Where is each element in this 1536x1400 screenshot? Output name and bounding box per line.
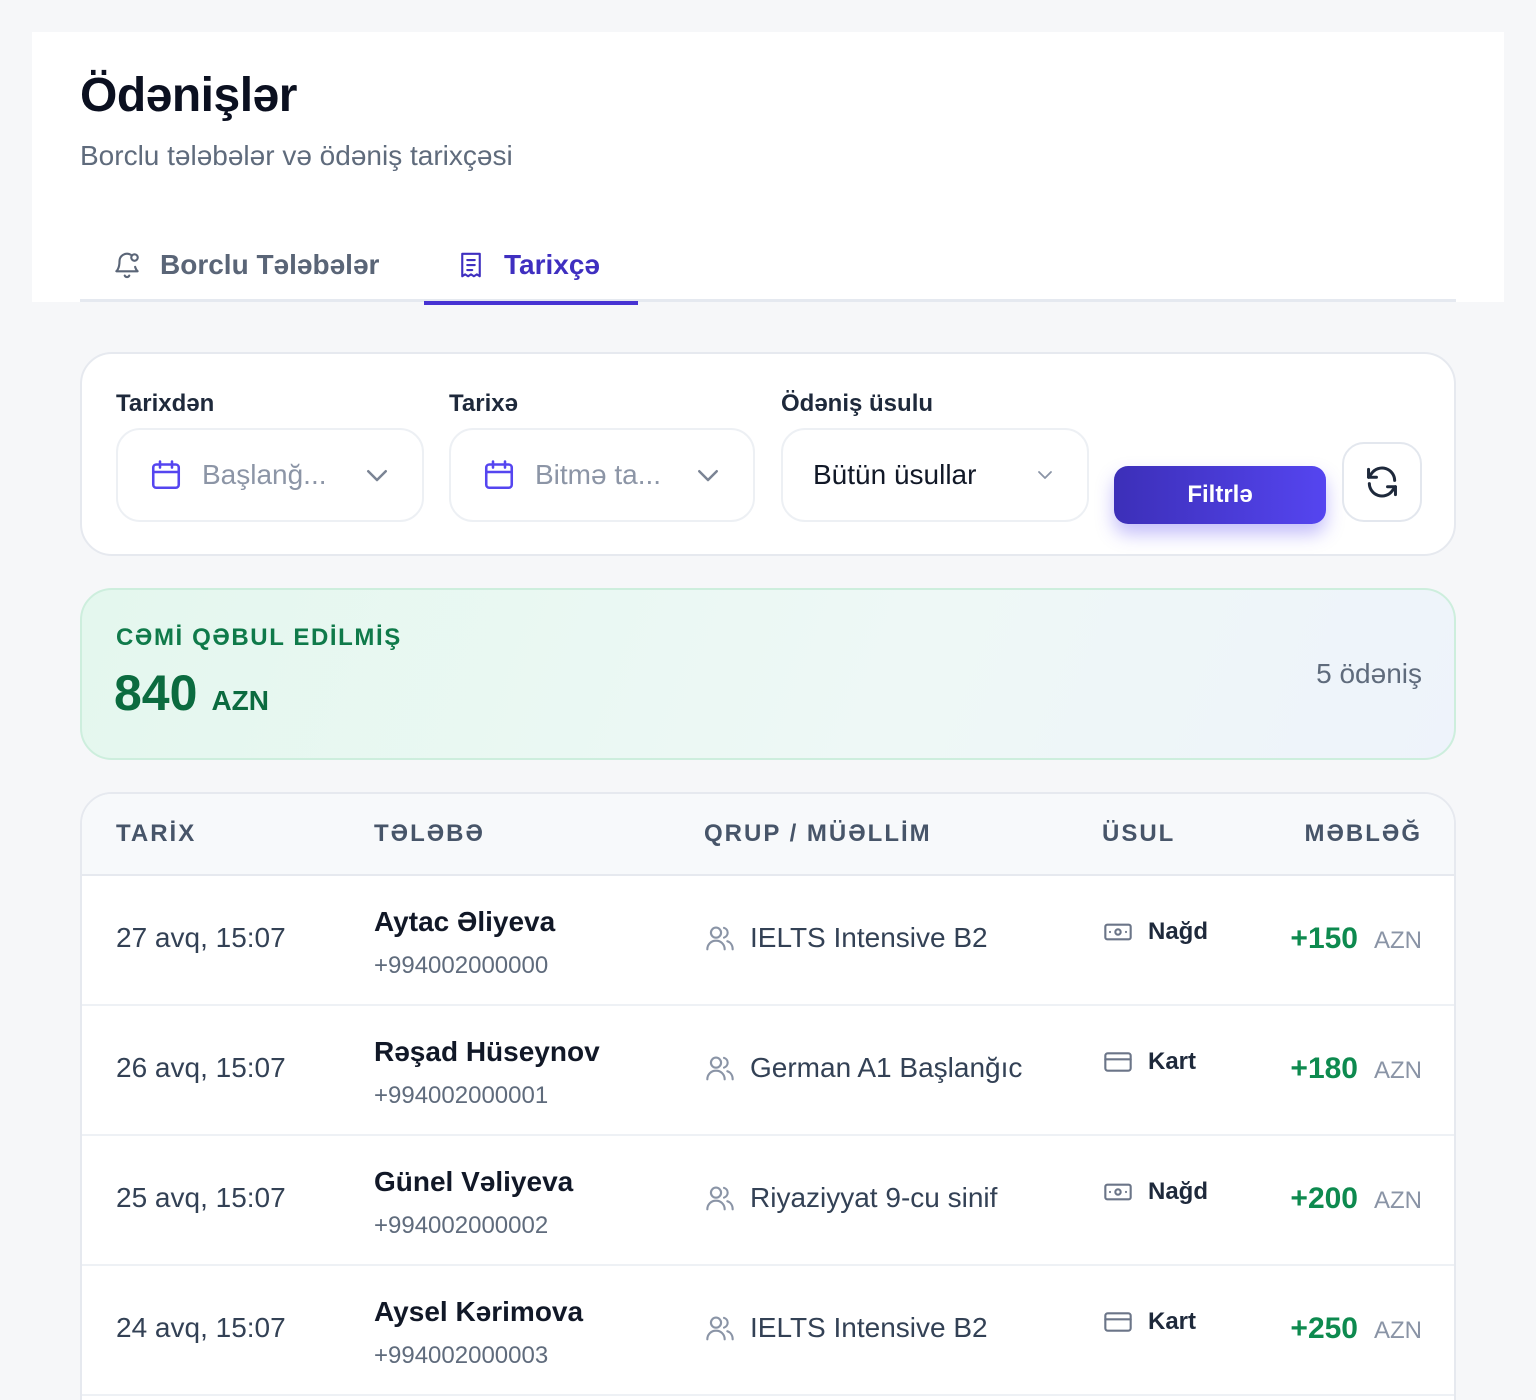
payment-currency: AZN xyxy=(1374,1317,1422,1344)
date-from-picker[interactable]: Başlanğ... xyxy=(116,428,424,522)
calendar-icon xyxy=(148,457,184,493)
cash-icon xyxy=(1102,916,1134,948)
group-cell: IELTS Intensive B2 xyxy=(704,922,988,954)
column-header-group[interactable]: QRUP / MÜƏLLİM xyxy=(704,820,932,848)
student-phone: +994002000000 xyxy=(374,952,549,979)
chevron-down-icon xyxy=(693,460,723,490)
method-cell: Kart xyxy=(1102,1306,1196,1338)
table-row[interactable]: 26 avq, 15:07 Rəşad Hüseynov +9940020000… xyxy=(82,1006,1454,1136)
column-header-date[interactable]: TARİX xyxy=(116,820,196,848)
tab-label: Tarixçə xyxy=(504,249,600,280)
refresh-button[interactable] xyxy=(1342,442,1422,522)
group-cell: IELTS Intensive B2 xyxy=(704,1312,988,1344)
table-header: TARİX TƏLƏBƏ QRUP / MÜƏLLİM ÜSUL MƏBLƏĞ xyxy=(82,794,1454,876)
payment-method-select[interactable]: Bütün üsullar xyxy=(781,428,1089,522)
payment-currency: AZN xyxy=(1374,1187,1422,1214)
payment-amount: +180 xyxy=(1290,1052,1358,1085)
payment-method-label: Ödəniş üsulu xyxy=(781,390,934,417)
payment-count: 5 ödəniş xyxy=(1316,658,1422,689)
tab-bar: Borclu Tələbələr Tarixçə xyxy=(80,228,1456,305)
card-icon xyxy=(1102,1306,1134,1338)
payment-amount: +250 xyxy=(1290,1312,1358,1345)
amount-cell: +180 AZN xyxy=(1290,1052,1422,1086)
tab-debtor-students[interactable]: Borclu Tələbələr xyxy=(112,228,379,302)
group-cell: German A1 Başlanğıc xyxy=(704,1052,1022,1084)
date-to-label: Tarixə xyxy=(449,390,518,417)
student-name: Rəşad Hüseynov xyxy=(374,1036,600,1067)
users-icon xyxy=(704,922,736,954)
payment-date: 27 avq, 15:07 xyxy=(116,922,286,953)
date-from-placeholder: Başlanğ... xyxy=(202,459,327,490)
table-row[interactable]: 24 avq, 15:07 Aysel Kərimova +9940020000… xyxy=(82,1266,1454,1396)
column-header-method[interactable]: ÜSUL xyxy=(1102,820,1175,848)
amount-cell: +200 AZN xyxy=(1290,1182,1422,1216)
payment-amount: +200 xyxy=(1290,1182,1358,1215)
method-label: Kart xyxy=(1148,1048,1197,1075)
payment-date: 24 avq, 15:07 xyxy=(116,1312,286,1343)
cash-icon xyxy=(1102,1176,1134,1208)
payment-date: 25 avq, 15:07 xyxy=(116,1182,286,1213)
payment-currency: AZN xyxy=(1374,927,1422,954)
amount-cell: +250 AZN xyxy=(1290,1312,1422,1346)
date-to-placeholder: Bitmə ta... xyxy=(535,459,662,490)
group-name: Riyaziyyat 9-cu sinif xyxy=(750,1182,998,1213)
refresh-icon xyxy=(1363,463,1401,501)
method-cell: Nağd xyxy=(1102,1176,1208,1208)
receipt-icon xyxy=(456,250,486,280)
tab-history[interactable]: Tarixçə xyxy=(424,228,638,305)
users-icon xyxy=(704,1182,736,1214)
chevron-down-icon xyxy=(362,460,392,490)
filter-panel: Tarixdən Başlanğ... Tarixə Bitmə ta... Ö… xyxy=(80,352,1456,556)
amount-cell: +150 AZN xyxy=(1290,922,1422,956)
total-amount-value: 840 xyxy=(114,665,198,721)
filter-button[interactable]: Filtrlə xyxy=(1114,466,1326,524)
total-received-label: CƏMİ QƏBUL EDİLMİŞ xyxy=(116,624,402,651)
column-header-student[interactable]: TƏLƏBƏ xyxy=(374,820,485,848)
payment-date: 26 avq, 15:07 xyxy=(116,1052,286,1083)
student-phone: +994002000002 xyxy=(374,1212,549,1239)
group-name: German A1 Başlanğıc xyxy=(750,1052,1023,1083)
bell-icon xyxy=(112,250,142,280)
total-received-card: CƏMİ QƏBUL EDİLMİŞ 840 AZN 5 ödəniş xyxy=(80,588,1456,760)
date-from-label: Tarixdən xyxy=(116,390,215,417)
student-phone: +994002000001 xyxy=(374,1082,549,1109)
group-name: IELTS Intensive B2 xyxy=(750,1312,988,1343)
student-name: Aytac Əliyeva xyxy=(374,906,556,937)
calendar-icon xyxy=(481,457,517,493)
date-to-picker[interactable]: Bitmə ta... xyxy=(449,428,755,522)
group-cell: Riyaziyyat 9-cu sinif xyxy=(704,1182,997,1214)
student-phone: +994002000003 xyxy=(374,1342,549,1369)
method-label: Kart xyxy=(1148,1308,1197,1335)
table-row[interactable]: 27 avq, 15:07 Aytac Əliyeva +99400200000… xyxy=(82,876,1454,1006)
users-icon xyxy=(704,1052,736,1084)
page-subtitle: Borclu tələbələr və ödəniş tarixçəsi xyxy=(80,140,513,171)
method-label: Nağd xyxy=(1148,918,1208,945)
chevron-down-icon xyxy=(1033,463,1057,487)
student-name: Aysel Kərimova xyxy=(374,1296,584,1327)
tab-label: Borclu Tələbələr xyxy=(160,249,380,280)
total-amount-currency: AZN xyxy=(211,685,269,716)
payment-method-value: Bütün üsullar xyxy=(813,459,977,490)
total-received-amount: 840 AZN xyxy=(114,664,269,722)
column-header-amount[interactable]: MƏBLƏĞ xyxy=(1304,820,1422,848)
group-name: IELTS Intensive B2 xyxy=(750,922,988,953)
payment-currency: AZN xyxy=(1374,1057,1422,1084)
method-cell: Nağd xyxy=(1102,916,1208,948)
card-icon xyxy=(1102,1046,1134,1078)
payment-amount: +150 xyxy=(1290,922,1358,955)
method-label: Nağd xyxy=(1148,1178,1208,1205)
page-header: Ödənişlər Borclu tələbələr və ödəniş tar… xyxy=(32,32,1504,305)
table-row[interactable]: 25 avq, 15:07 Günel Vəliyeva +9940020000… xyxy=(82,1136,1454,1266)
users-icon xyxy=(704,1312,736,1344)
payments-table: TARİX TƏLƏBƏ QRUP / MÜƏLLİM ÜSUL MƏBLƏĞ … xyxy=(80,792,1456,1400)
method-cell: Kart xyxy=(1102,1046,1196,1078)
student-name: Günel Vəliyeva xyxy=(374,1166,574,1197)
page-title: Ödənişlər xyxy=(80,69,297,122)
